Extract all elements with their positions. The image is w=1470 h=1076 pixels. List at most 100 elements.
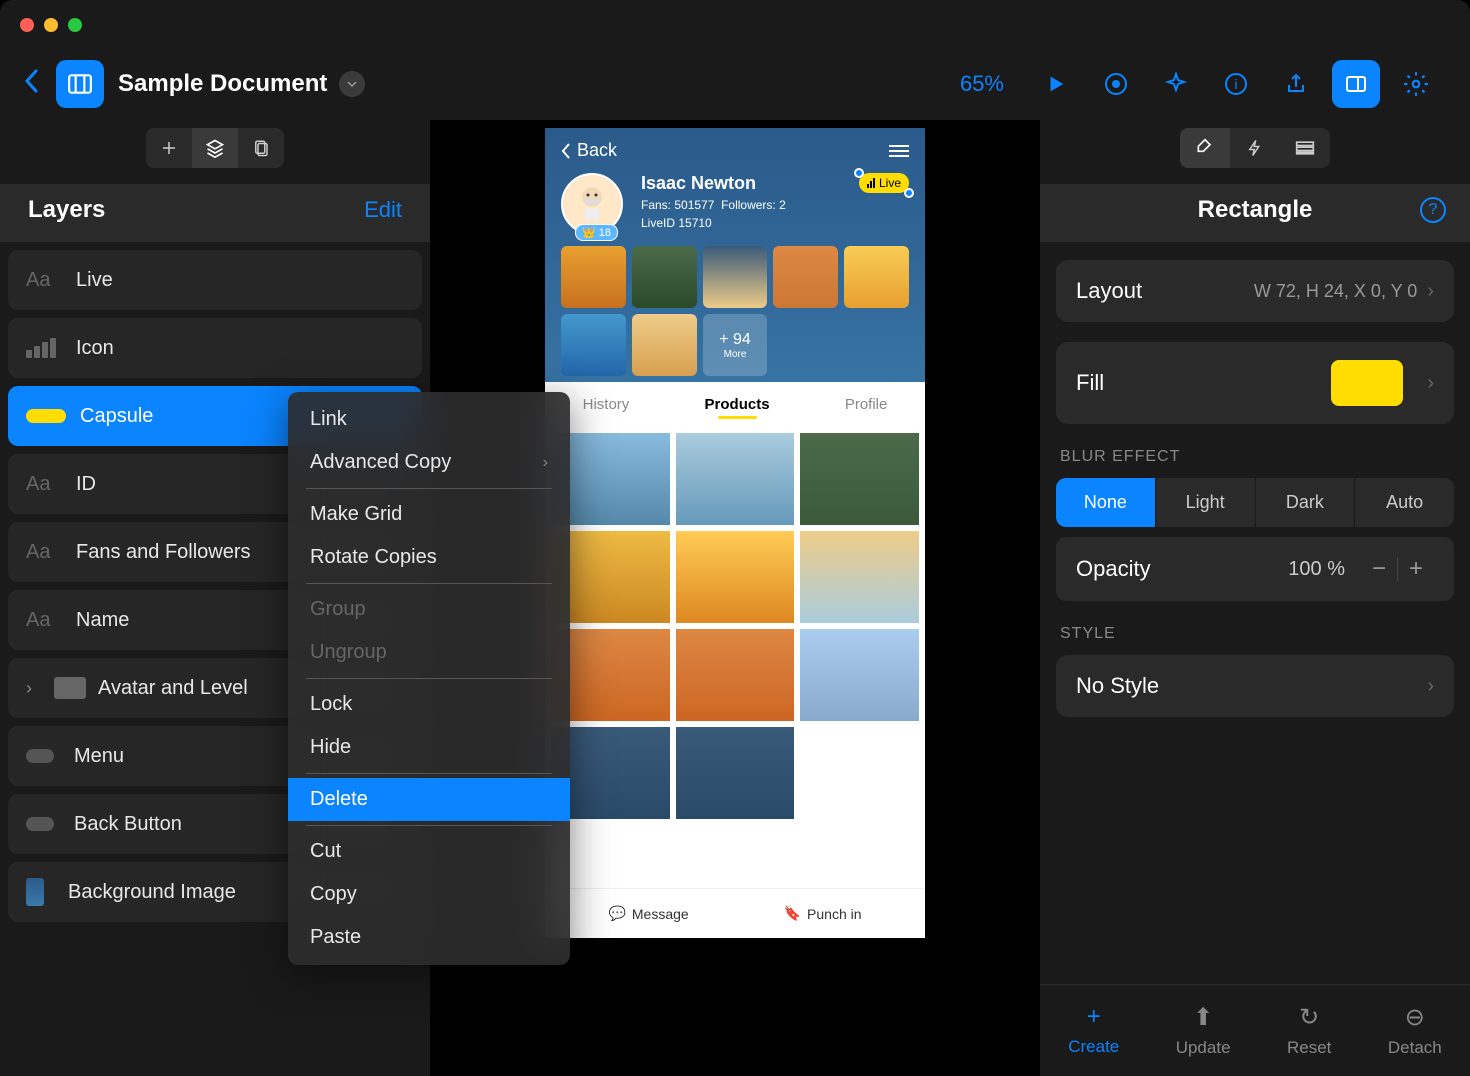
right-panel-toggle[interactable] — [1332, 60, 1380, 108]
opacity-increase[interactable]: + — [1398, 551, 1434, 587]
layer-live[interactable]: Aa Live — [8, 250, 422, 310]
actions-tab[interactable] — [1230, 128, 1280, 168]
window-controls — [20, 18, 82, 32]
thumb — [703, 246, 768, 308]
product-cell — [676, 433, 795, 525]
bars-icon — [26, 338, 56, 358]
zoom-level[interactable]: 65% — [960, 71, 1004, 97]
menu-lock[interactable]: Lock — [288, 683, 570, 726]
menu-cut[interactable]: Cut — [288, 830, 570, 873]
text-icon: Aa — [26, 609, 76, 632]
menu-advanced-copy[interactable]: Advanced Copy› — [288, 441, 570, 484]
main-toolbar: Sample Document 65% i — [0, 55, 1470, 113]
blur-none[interactable]: None — [1056, 478, 1156, 527]
thumb — [773, 246, 838, 308]
plus-icon: + — [1087, 1003, 1101, 1031]
inspector-panel: Rectangle ? Layout W 72, H 24, X 0, Y 0 … — [1040, 120, 1470, 1076]
minimize-window[interactable] — [44, 18, 58, 32]
tab-products: Products — [705, 396, 770, 413]
chevron-right-icon: › — [1427, 372, 1434, 395]
info-icon[interactable]: i — [1212, 60, 1260, 108]
product-grid — [545, 427, 925, 825]
product-cell — [800, 433, 919, 525]
layout-tab[interactable] — [1280, 128, 1330, 168]
layer-icon[interactable]: Icon — [8, 318, 422, 378]
play-icon[interactable] — [1032, 60, 1080, 108]
edit-button[interactable]: Edit — [364, 197, 402, 223]
create-action[interactable]: + Create — [1068, 1003, 1119, 1058]
layers-header: Layers Edit — [0, 184, 430, 242]
profile-id: LiveID 15710 — [641, 216, 909, 230]
svg-text:i: i — [1234, 76, 1237, 92]
blur-section-label: BLUR EFFECT — [1060, 448, 1450, 466]
inspector-title: Rectangle — [1198, 196, 1313, 224]
profile-section: 👑 18 Isaac Newton Fans: 501577 Followers… — [545, 173, 925, 240]
fill-swatch[interactable] — [1331, 360, 1403, 406]
device-back-button: Back — [561, 140, 617, 161]
record-icon[interactable] — [1092, 60, 1140, 108]
blur-auto[interactable]: Auto — [1355, 478, 1454, 527]
product-cell — [800, 727, 919, 819]
layers-tab[interactable] — [192, 128, 238, 168]
opacity-decrease[interactable]: − — [1361, 551, 1397, 587]
thumb — [561, 246, 626, 308]
blur-segmented-control: None Light Dark Auto — [1056, 478, 1454, 527]
style-tab[interactable] — [1180, 128, 1230, 168]
fill-row[interactable]: Fill › — [1056, 342, 1454, 424]
detach-action[interactable]: ⊖ Detach — [1388, 1003, 1442, 1058]
blur-light[interactable]: Light — [1156, 478, 1256, 527]
add-tab[interactable] — [146, 128, 192, 168]
inspector-header: Rectangle ? — [1040, 184, 1470, 242]
shape-icon — [26, 749, 54, 763]
left-panel-tabs — [0, 120, 430, 184]
menu-make-grid[interactable]: Make Grid — [288, 493, 570, 536]
docs-tab[interactable] — [238, 128, 284, 168]
chevron-right-icon: › — [1427, 675, 1434, 698]
reset-action[interactable]: ↻ Reset — [1287, 1003, 1331, 1058]
message-action: 💬Message — [608, 905, 688, 922]
device-bottom-bar: 💬Message 🔖Punch in — [545, 888, 925, 938]
back-button[interactable] — [24, 68, 38, 100]
menu-hide[interactable]: Hide — [288, 726, 570, 769]
maximize-window[interactable] — [68, 18, 82, 32]
document-menu[interactable] — [339, 71, 365, 97]
menu-link[interactable]: Link — [288, 398, 570, 441]
device-header: Back — [545, 128, 925, 173]
upload-icon: ⬆ — [1193, 1003, 1213, 1032]
live-badge: Live — [859, 173, 909, 193]
settings-icon[interactable] — [1392, 60, 1440, 108]
inspector-tabs — [1040, 120, 1470, 184]
document-title[interactable]: Sample Document — [118, 70, 327, 98]
product-cell — [800, 629, 919, 721]
refresh-icon: ↻ — [1299, 1003, 1319, 1032]
close-window[interactable] — [20, 18, 34, 32]
capsule-icon — [26, 409, 66, 423]
text-icon: Aa — [26, 541, 76, 564]
thumbnail-grid: + 94More — [545, 240, 925, 382]
help-icon[interactable]: ? — [1420, 197, 1446, 223]
image-icon — [26, 878, 44, 906]
share-icon[interactable] — [1272, 60, 1320, 108]
opacity-value[interactable]: 100 % — [1288, 558, 1345, 581]
style-row[interactable]: No Style › — [1056, 655, 1454, 717]
opacity-row: Opacity 100 % − + — [1056, 537, 1454, 601]
product-cell — [676, 531, 795, 623]
blur-dark[interactable]: Dark — [1256, 478, 1356, 527]
sparkle-icon[interactable] — [1152, 60, 1200, 108]
layout-row[interactable]: Layout W 72, H 24, X 0, Y 0 › — [1056, 260, 1454, 322]
menu-delete[interactable]: Delete — [288, 778, 570, 821]
thumb — [632, 314, 697, 376]
menu-paste[interactable]: Paste — [288, 916, 570, 959]
product-cell — [800, 531, 919, 623]
menu-copy[interactable]: Copy — [288, 873, 570, 916]
update-action[interactable]: ⬆ Update — [1176, 1003, 1231, 1058]
chevron-right-icon: › — [26, 678, 50, 699]
panels-toggle[interactable] — [56, 60, 104, 108]
inspector-body: Layout W 72, H 24, X 0, Y 0 › Fill › BLU… — [1040, 242, 1470, 984]
context-menu: Link Advanced Copy› Make Grid Rotate Cop… — [288, 392, 570, 965]
chevron-right-icon: › — [543, 454, 548, 472]
detach-icon: ⊖ — [1405, 1003, 1425, 1032]
style-section-label: STYLE — [1060, 625, 1450, 643]
thumb — [632, 246, 697, 308]
menu-rotate-copies[interactable]: Rotate Copies — [288, 536, 570, 579]
